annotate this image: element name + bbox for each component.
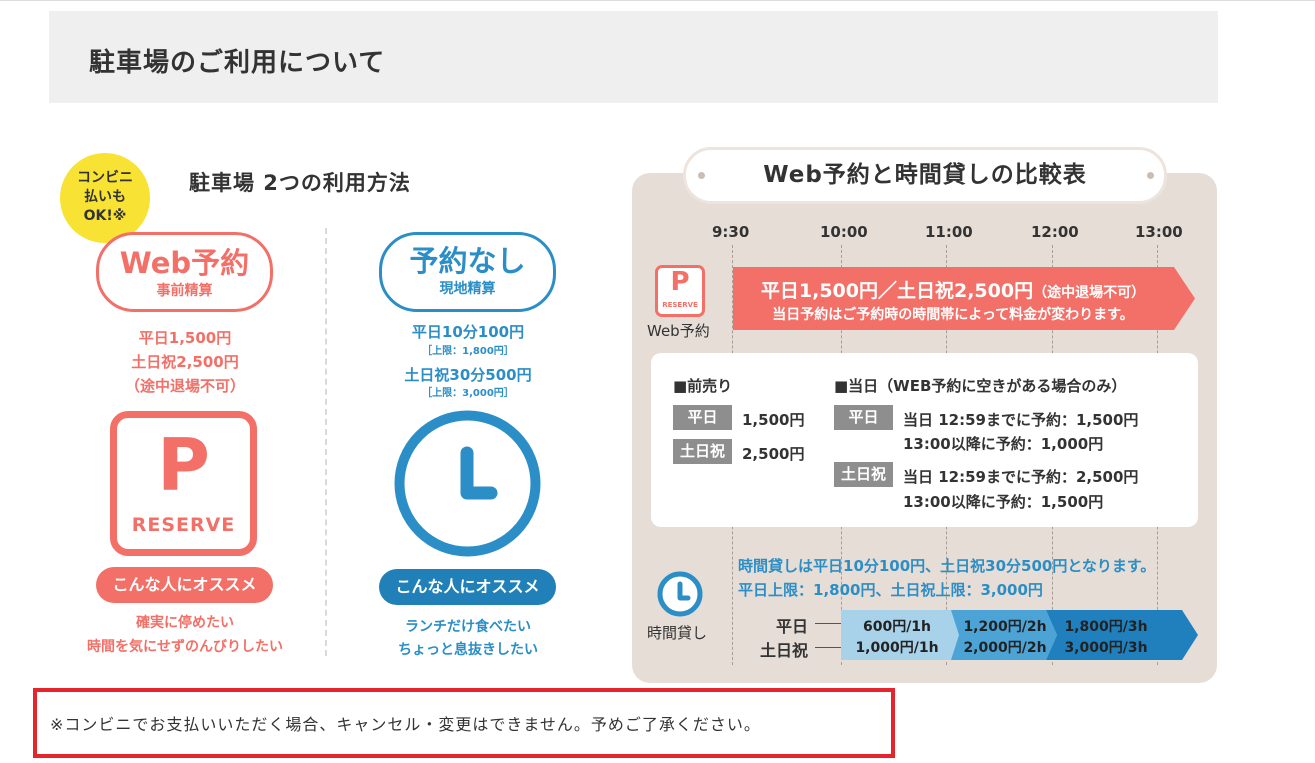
sameday-weekday-tag: 平日 — [834, 405, 893, 430]
web-lane-price-note: （途中退場不可） — [1033, 285, 1146, 301]
presale-holiday-tag: 土日祝 — [673, 439, 732, 464]
time-label: 12:00 — [1031, 223, 1079, 241]
presale-weekday-tag: 平日 — [673, 405, 732, 430]
methods-title: 駐車場 2つの利用方法 — [189, 171, 411, 195]
web-reservation-label: Web予約 — [119, 246, 250, 280]
notice-text: ※コンビニでお支払いいただく場合、キャンセル・変更はできません。予めご了承くださ… — [50, 715, 761, 734]
comparison-title-tab: Web予約と時間貸しの比較表 — [683, 147, 1167, 204]
hourly-description: 時間貸しは平日10分100円、土日祝30分500円となります。 — [738, 557, 1156, 575]
web-lane-sub: 当日予約はご予約時の時間帯によって料金が変わります。 — [772, 307, 1134, 323]
small-parking-letter: P — [670, 267, 690, 297]
web-price-note: （途中退場不可） — [124, 377, 245, 395]
no-reservation-label: 予約なし — [409, 244, 526, 278]
time-label: 9:30 — [712, 223, 750, 241]
web-lane-label: Web予約 — [647, 322, 710, 340]
hourly-limit-holiday: ［上限：3,000円］ — [422, 388, 514, 399]
weekday-3h: 1,800円/3h — [1064, 619, 1148, 635]
hourly-limits: 平日上限：1,800円、土日祝上限：3,000円 — [738, 581, 1043, 599]
no-reservation-sub: 現地精算 — [439, 281, 496, 297]
page-title: 駐車場のご利用について — [89, 48, 386, 78]
web-recommend-label: こんな人にオススメ — [96, 567, 273, 603]
presale-weekday-price: 1,500円 — [742, 411, 805, 429]
web-reservation-sub: 事前精算 — [156, 283, 213, 299]
sameday-heading: ■当日（WEB予約に空きがある場合のみ） — [834, 377, 1127, 395]
web-reservation-pill: Web予約 事前精算 — [96, 232, 273, 312]
clock-icon — [394, 410, 541, 557]
sameday-holiday-line1: 当日 12:59までに予約：2,500円 — [903, 468, 1139, 486]
presale-heading: ■前売り — [673, 377, 733, 395]
weekday-leader-line — [815, 623, 841, 624]
web-price-holiday: 土日祝2,500円 — [131, 353, 239, 371]
top-divider — [0, 0, 1315, 1]
comparison-title: Web予約と時間貸しの比較表 — [763, 162, 1087, 188]
web-price-weekday: 平日1,500円 — [138, 329, 232, 347]
reserve-text: RESERVE — [131, 514, 236, 536]
badge-line2: 払いも — [84, 189, 126, 205]
presale-holiday-price: 2,500円 — [742, 445, 805, 463]
holiday-2h: 2,000円/2h — [963, 640, 1047, 656]
web-recommend-2: 時間を気にせずのんびりしたい — [87, 639, 283, 655]
hourly-weekday-label: 平日 — [776, 617, 809, 636]
badge-line3: OK!※ — [83, 208, 127, 224]
hourly-limit-weekday: ［上限：1,800円］ — [422, 346, 514, 357]
methods-divider — [325, 228, 327, 656]
hourly-holiday-label: 土日祝 — [760, 641, 809, 660]
parking-reserve-icon: P RESERVE — [110, 411, 257, 556]
hourly-recommend-label: こんな人にオススメ — [379, 569, 556, 605]
small-reserve-text: RESERVE — [662, 301, 698, 309]
time-label: 13:00 — [1135, 223, 1183, 241]
sameday-holiday-tag: 土日祝 — [834, 462, 893, 487]
weekday-2h: 1,200円/2h — [963, 619, 1047, 635]
convenience-store-badge: コンビニ 払いも OK!※ — [60, 153, 150, 243]
hourly-price-holiday: 土日祝30分500円 — [404, 366, 532, 384]
web-lane-main: 平日1,500円／土日祝2,500円（途中退場不可） — [733, 276, 1173, 303]
web-lane-price: 平日1,500円／土日祝2,500円 — [760, 280, 1034, 302]
time-label: 11:00 — [925, 223, 973, 241]
parking-letter: P — [157, 423, 210, 507]
hourly-recommend-1: ランチだけ食べたい — [405, 619, 531, 635]
holiday-leader-line — [815, 647, 841, 648]
sameday-weekday-line1: 当日 12:59までに予約：1,500円 — [903, 411, 1139, 429]
sameday-weekday-line2: 13:00以降に予約：1,000円 — [903, 435, 1104, 453]
sameday-holiday-line2: 13:00以降に予約：1,500円 — [903, 493, 1104, 511]
weekday-1h: 600円/1h — [862, 619, 932, 635]
hourly-recommend-2: ちょっと息抜きしたい — [398, 642, 538, 658]
hourly-lane-label: 時間貸し — [647, 624, 708, 642]
hourly-price-weekday: 平日10分100円 — [411, 323, 525, 341]
small-clock-icon — [657, 571, 703, 617]
badge-line1: コンビニ — [77, 170, 133, 186]
no-reservation-pill: 予約なし 現地精算 — [379, 232, 556, 312]
time-label: 10:00 — [820, 223, 868, 241]
reserve-small-icon: P RESERVE — [655, 265, 705, 317]
tab-dot-right — [1147, 172, 1154, 179]
holiday-3h: 3,000円/3h — [1064, 640, 1148, 656]
web-recommend-1: 確実に停めたい — [136, 615, 234, 631]
holiday-1h: 1,000円/1h — [855, 640, 939, 656]
tab-dot-left — [698, 172, 705, 179]
